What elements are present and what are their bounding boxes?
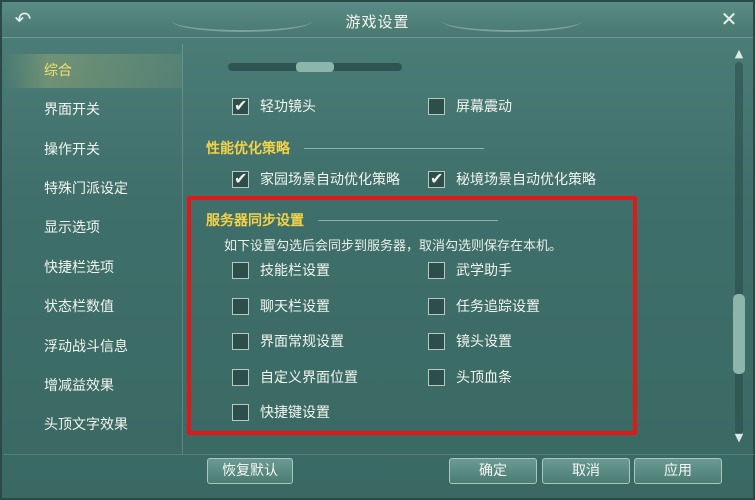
cancel-button[interactable]: 取消 (542, 458, 630, 484)
sidebar-item-floating-combat-info[interactable]: 浮动战斗信息 (4, 330, 182, 364)
sidebar-item-hotbar-options[interactable]: 快捷栏选项 (4, 251, 182, 285)
reset-default-button[interactable]: 恢复默认 (207, 458, 293, 484)
checkbox-box (428, 98, 445, 115)
window-title: 游戏设置 (345, 13, 410, 31)
vertical-scroll-thumb[interactable] (733, 294, 745, 374)
section-title-performance: 性能优化策略 (206, 141, 290, 157)
sidebar-item-general[interactable]: 综合 (4, 54, 182, 88)
sidebar-item-overhead-text[interactable]: 头顶文字效果 (4, 408, 182, 442)
checkbox-box: ✔ (232, 96, 249, 115)
checkbox-label: 屏幕震动 (456, 99, 512, 115)
sidebar-item-status-bar-values[interactable]: 状态栏数值 (4, 290, 182, 324)
sidebar-item-interface-toggles[interactable]: 界面开关 (4, 93, 182, 127)
sidebar-divider (182, 44, 183, 454)
close-icon[interactable]: ✕ (719, 9, 739, 30)
checkbox-box: ✔ (428, 169, 445, 188)
sidebar-item-operation-toggles[interactable]: 操作开关 (4, 133, 182, 167)
checkbox-home-optimize[interactable]: ✔ 家园场景自动优化策略 (232, 169, 400, 191)
checkbox-box: ✔ (232, 169, 249, 188)
checkbox-label: 秘境场景自动优化策略 (456, 172, 596, 188)
check-icon: ✔ (430, 169, 444, 188)
sidebar-item-buff-effects[interactable]: 增减益效果 (4, 369, 182, 403)
checkbox-label: 轻功镜头 (260, 99, 316, 115)
sidebar-item-display-options[interactable]: 显示选项 (4, 211, 182, 245)
vertical-scroll-track[interactable] (735, 62, 743, 434)
confirm-button[interactable]: 确定 (449, 458, 537, 484)
section-divider (304, 148, 484, 149)
sidebar-item-special-school[interactable]: 特殊门派设定 (4, 172, 182, 206)
checkbox-screen-shake[interactable]: 屏幕震动 (428, 96, 512, 118)
settings-window: ↶ 游戏设置 ✕ 综合 界面开关 操作开关 特殊门派设定 显示选项 快捷栏选项 … (0, 0, 755, 500)
checkbox-secret-realm-optimize[interactable]: ✔ 秘境场景自动优化策略 (428, 169, 596, 191)
scroll-up-arrow-icon[interactable]: ▲ (730, 46, 748, 62)
apply-button[interactable]: 应用 (634, 458, 722, 484)
footer-divider (4, 454, 755, 455)
red-highlight-frame (187, 196, 637, 435)
settings-sidebar: 综合 界面开关 操作开关 特殊门派设定 显示选项 快捷栏选项 状态栏数值 浮动战… (4, 44, 182, 444)
title-bar: ↶ 游戏设置 ✕ (2, 2, 753, 38)
horizontal-slider-thumb[interactable] (296, 62, 334, 72)
check-icon: ✔ (234, 169, 248, 188)
checkbox-label: 家园场景自动优化策略 (260, 172, 400, 188)
checkbox-qinggong-camera[interactable]: ✔ 轻功镜头 (232, 96, 316, 118)
check-icon: ✔ (234, 96, 248, 115)
scroll-down-arrow-icon[interactable]: ▼ (730, 430, 748, 446)
